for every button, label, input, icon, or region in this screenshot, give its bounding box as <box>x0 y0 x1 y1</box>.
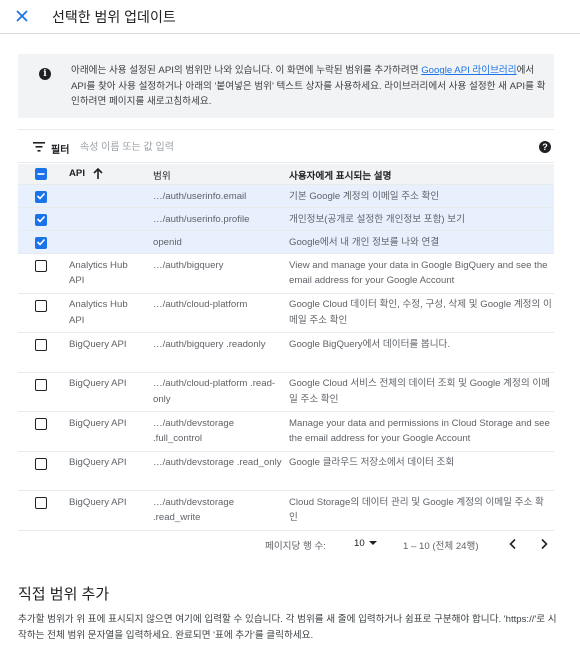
help-icon[interactable]: ? <box>539 141 551 153</box>
row-api: BigQuery API <box>69 496 127 508</box>
column-header-description: 사용자에게 표시되는 설명 <box>289 171 392 182</box>
row-checkbox[interactable] <box>35 190 47 203</box>
row-description: Manage your data and permissions in Clou… <box>289 417 550 445</box>
row-api: Analytics Hub API <box>69 259 128 287</box>
row-checkbox[interactable] <box>35 299 47 312</box>
rows-per-page-label: 페이지당 행 수: <box>265 541 326 552</box>
info-banner: i 아래에는 사용 설정된 API의 범위만 나와 있습니다. 이 화면에 누락… <box>18 54 554 118</box>
table-header-row: API 범위 사용자에게 표시되는 설명 <box>18 164 554 185</box>
dialog-title: 선택한 범위 업데이트 <box>52 9 176 25</box>
row-api: Analytics Hub API <box>69 299 128 326</box>
row-scope: openid <box>153 236 182 248</box>
row-scope: …/auth/userinfo.profile <box>153 213 250 225</box>
row-api: BigQuery API <box>69 417 127 429</box>
table-row[interactable]: BigQuery API …/auth/devstorage .read_onl… <box>18 452 554 491</box>
table-row[interactable]: BigQuery API …/auth/devstorage .read_wri… <box>18 491 554 531</box>
row-description: Google Cloud 서비스 전체의 데이터 조회 및 Google 계정의… <box>289 378 550 405</box>
row-checkbox[interactable] <box>35 418 47 430</box>
dropdown-arrow-icon <box>368 541 377 546</box>
filter-bar: 필터 ? <box>18 129 554 163</box>
row-scope: …/auth/bigquery <box>153 259 224 271</box>
table-row[interactable]: BigQuery API …/auth/cloud-platform .read… <box>18 373 554 412</box>
rows-per-page-select[interactable]: 10 <box>354 538 377 549</box>
manual-scopes-title: 직접 범위 추가 <box>18 586 110 603</box>
filter-label: 필터 <box>51 145 70 156</box>
chevron-left-icon[interactable] <box>506 537 520 551</box>
table-row[interactable]: Analytics Hub API …/auth/cloud-platform … <box>18 294 554 333</box>
row-description: View and manage your data in Google BigQ… <box>289 259 548 287</box>
column-header-scope: 범위 <box>153 171 171 182</box>
row-scope: …/auth/devstorage .read_write <box>153 496 235 524</box>
api-library-link[interactable]: Google API 라이브러리 <box>421 65 516 76</box>
row-checkbox[interactable] <box>35 497 47 509</box>
rows-per-page-value: 10 <box>354 538 365 549</box>
row-description: Google 클라우드 저장소에서 데이터 조회 <box>289 457 455 468</box>
table-pagination: 페이지당 행 수: 10 1 – 10 (전체 24행) <box>18 530 554 558</box>
column-header-api[interactable]: API <box>69 168 85 179</box>
filter-input[interactable] <box>80 137 500 157</box>
row-checkbox[interactable] <box>35 378 47 391</box>
sort-arrow-up-icon[interactable] <box>92 167 104 180</box>
table-row[interactable]: BigQuery API …/auth/bigquery .readonly G… <box>18 333 554 373</box>
row-checkbox[interactable] <box>35 457 47 470</box>
row-description: Cloud Storage의 데이터 관리 및 Google 계정의 이메일 주… <box>289 496 544 524</box>
row-description: Google에서 내 개인 정보를 나와 연결 <box>289 236 440 248</box>
row-scope: …/auth/userinfo.email <box>153 190 247 202</box>
row-api: BigQuery API <box>69 457 127 468</box>
row-description: Google Cloud 데이터 확인, 수정, 구성, 삭제 및 Google… <box>289 299 552 326</box>
table-row[interactable]: openid Google에서 내 개인 정보를 나와 연결 <box>18 231 554 254</box>
row-scope: …/auth/bigquery .readonly <box>153 338 266 350</box>
table-row[interactable]: Analytics Hub API …/auth/bigquery View a… <box>18 254 554 294</box>
row-scope: …/auth/cloud-platform <box>153 299 248 310</box>
row-scope: …/auth/devstorage .read_only <box>153 457 282 468</box>
row-api: BigQuery API <box>69 378 127 389</box>
manual-scopes-description: 추가할 범위가 위 표에 표시되지 않으면 여기에 입력할 수 있습니다. 각 … <box>18 614 557 641</box>
scopes-table: API 범위 사용자에게 표시되는 설명 …/auth/userinfo.ema… <box>18 164 554 531</box>
close-icon[interactable] <box>12 6 32 26</box>
table-row[interactable]: …/auth/userinfo.profile 개인정보(공개로 설정한 개인정… <box>18 208 554 231</box>
select-all-checkbox[interactable] <box>35 168 47 180</box>
table-row[interactable]: BigQuery API …/auth/devstorage .full_con… <box>18 412 554 452</box>
row-checkbox[interactable] <box>35 260 47 272</box>
row-checkbox[interactable] <box>35 213 47 226</box>
row-scope: …/auth/devstorage .full_control <box>153 417 235 445</box>
info-text: 아래에는 사용 설정된 API의 범위만 나와 있습니다. 이 화면에 누락된 … <box>71 63 551 110</box>
row-description: 개인정보(공개로 설정한 개인정보 포함) 보기 <box>289 213 465 225</box>
info-text-before: 아래에는 사용 설정된 API의 범위만 나와 있습니다. 이 화면에 누락된 … <box>71 65 422 76</box>
dialog-header: 선택한 범위 업데이트 <box>0 0 580 34</box>
row-checkbox[interactable] <box>35 339 47 351</box>
chevron-right-icon[interactable] <box>537 537 551 551</box>
info-icon: i <box>39 68 51 80</box>
table-row[interactable]: …/auth/userinfo.email 기본 Google 계정의 이메일 … <box>18 185 554 208</box>
row-checkbox[interactable] <box>35 236 47 249</box>
pagination-range: 1 – 10 (전체 24행) <box>403 541 479 552</box>
row-scope: …/auth/cloud-platform .read-only <box>153 378 276 405</box>
row-api: BigQuery API <box>69 338 127 350</box>
row-description: 기본 Google 계정의 이메일 주소 확인 <box>289 190 440 202</box>
row-description: Google BigQuery에서 데이터를 봅니다. <box>289 338 451 350</box>
filter-icon[interactable] <box>33 142 45 152</box>
